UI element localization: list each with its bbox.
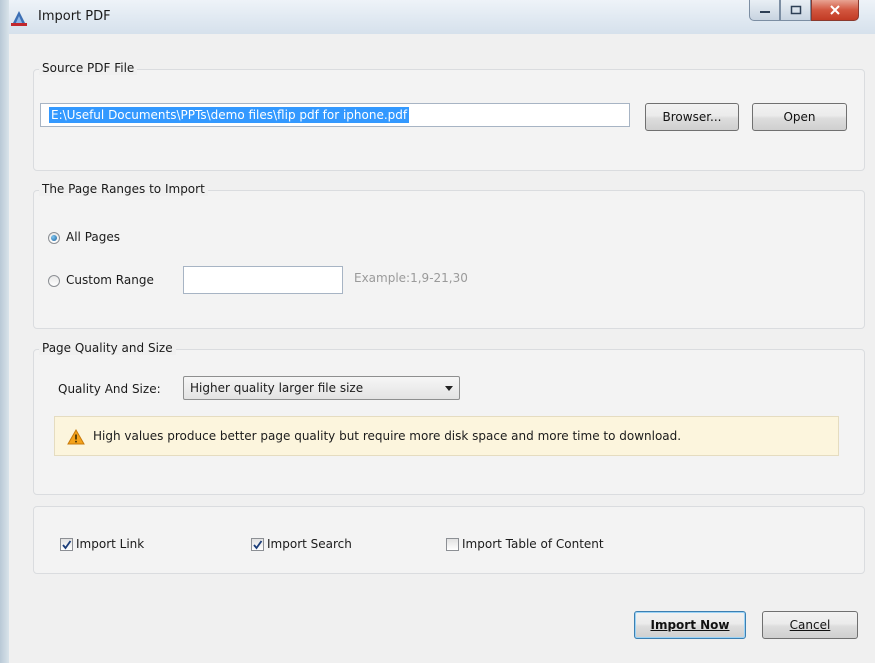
import-search-label[interactable]: Import Search (267, 537, 352, 551)
minimize-icon (759, 11, 770, 13)
window-title: Import PDF (38, 9, 111, 24)
browse-button[interactable]: Browser... (645, 103, 739, 131)
source-pdf-group-title: Source PDF File (39, 61, 138, 75)
quality-size-selected: Higher quality larger file size (190, 381, 364, 395)
quality-group-title: Page Quality and Size (39, 341, 176, 355)
import-now-button[interactable]: Import Now (634, 611, 746, 639)
pdf-path-value: E:\Useful Documents\PPTs\demo files\flip… (49, 107, 410, 123)
import-link-checkbox[interactable] (60, 538, 73, 551)
title-bar: Import PDF (0, 0, 875, 34)
quality-warning: High values produce better page quality … (54, 416, 839, 456)
window-border (0, 0, 9, 663)
custom-range-label[interactable]: Custom Range (66, 273, 154, 287)
page-ranges-group-title: The Page Ranges to Import (39, 182, 208, 196)
maximize-button[interactable] (780, 0, 811, 21)
cancel-label: Cancel (789, 618, 831, 632)
close-button[interactable] (811, 0, 859, 21)
quality-size-label: Quality And Size: (58, 382, 161, 396)
all-pages-label[interactable]: All Pages (66, 230, 120, 244)
import-now-label: Import Now (650, 618, 730, 632)
all-pages-radio[interactable] (48, 232, 60, 244)
custom-range-input[interactable] (183, 266, 343, 294)
close-icon (830, 5, 840, 15)
checkmark-icon (253, 540, 263, 550)
page-ranges-group (33, 190, 865, 329)
custom-range-radio[interactable] (48, 275, 60, 287)
import-toc-label[interactable]: Import Table of Content (462, 537, 604, 551)
import-search-checkbox[interactable] (251, 538, 264, 551)
chevron-down-icon (445, 386, 453, 391)
quality-warning-text: High values produce better page quality … (93, 429, 682, 443)
maximize-icon (790, 5, 801, 15)
pdf-import-icon (11, 11, 27, 26)
pdf-path-input[interactable]: E:\Useful Documents\PPTs\demo files\flip… (40, 103, 630, 127)
custom-range-example: Example:1,9-21,30 (354, 271, 468, 285)
cancel-button[interactable]: Cancel (762, 611, 858, 639)
quality-size-select[interactable]: Higher quality larger file size (183, 376, 460, 400)
minimize-button[interactable] (749, 0, 780, 21)
checkmark-icon (62, 540, 72, 550)
import-pdf-dialog: Import PDF Source PDF File E:\Useful Doc… (0, 0, 875, 663)
import-toc-checkbox[interactable] (446, 538, 459, 551)
open-button[interactable]: Open (752, 103, 847, 131)
window-controls (749, 0, 859, 22)
warning-icon (67, 429, 85, 445)
import-link-label[interactable]: Import Link (76, 537, 144, 551)
